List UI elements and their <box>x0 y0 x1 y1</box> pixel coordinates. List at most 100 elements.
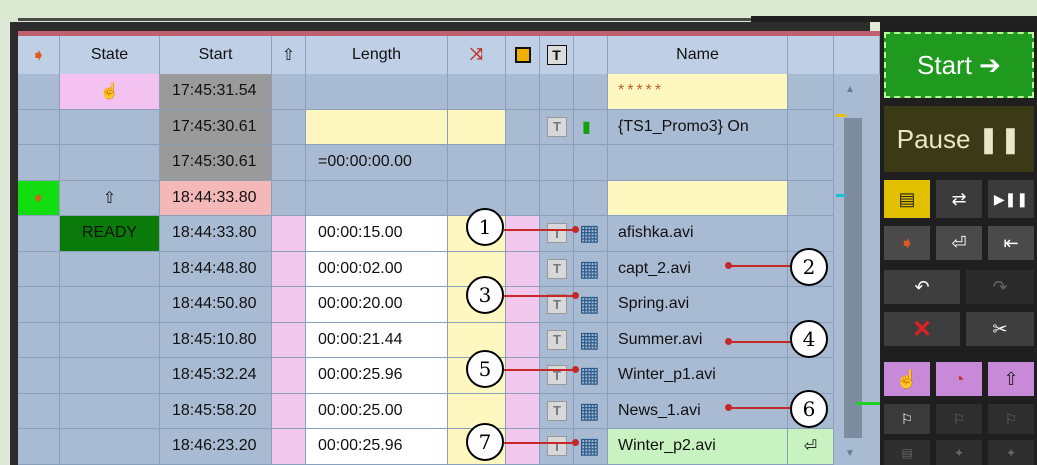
cell-marker[interactable] <box>18 322 60 358</box>
cell-extra[interactable] <box>788 358 834 394</box>
cell-trans[interactable] <box>448 109 506 145</box>
cell-extra[interactable]: ⏎ <box>788 429 834 465</box>
scroll-up-icon[interactable]: ▲ <box>845 84 855 95</box>
cell-fix[interactable] <box>272 145 306 181</box>
goto-current-button[interactable]: ➧ <box>884 226 930 260</box>
cell-marker[interactable] <box>18 429 60 465</box>
cell-length[interactable]: 00:00:02.00 <box>306 251 448 287</box>
cell-length[interactable]: 00:00:20.00 <box>306 287 448 323</box>
cell-fix[interactable] <box>272 358 306 394</box>
col-fixed-start[interactable]: ⇧ <box>272 36 306 74</box>
film-mode-button[interactable]: ▤ <box>884 180 930 218</box>
cell-type[interactable]: ▮ <box>574 109 608 145</box>
col-type[interactable] <box>574 36 608 74</box>
cell-fix[interactable] <box>272 180 306 216</box>
title-toggle-button[interactable]: T <box>547 329 567 350</box>
cell-length[interactable] <box>306 74 448 110</box>
title-toggle-button[interactable]: T <box>547 436 567 456</box>
cell-length[interactable]: 00:00:25.96 <box>306 429 448 465</box>
title-toggle-button[interactable]: T <box>547 258 567 279</box>
cell-sec[interactable] <box>506 216 540 252</box>
cell-fix[interactable] <box>272 393 306 429</box>
cell-type[interactable]: ▦ <box>574 393 608 429</box>
cell-fix[interactable] <box>272 74 306 110</box>
cell-sec[interactable] <box>506 322 540 358</box>
cell-type[interactable] <box>574 180 608 216</box>
cell-sec[interactable] <box>506 109 540 145</box>
cell-start[interactable]: 18:45:32.24 <box>160 358 272 394</box>
cell-type[interactable] <box>574 145 608 181</box>
cell-tcol[interactable]: T <box>540 358 574 394</box>
cell-length[interactable]: 00:00:25.00 <box>306 393 448 429</box>
manual-button[interactable]: ☝ <box>884 362 930 396</box>
col-extra[interactable] <box>788 36 834 74</box>
cell-sec[interactable] <box>506 145 540 181</box>
cell-state[interactable] <box>60 393 160 429</box>
cell-type[interactable] <box>574 74 608 110</box>
cell-name[interactable]: Winter_p2.avi <box>608 429 788 465</box>
cell-marker[interactable]: ➧ <box>18 180 60 216</box>
cell-start[interactable]: 17:45:31.54 <box>160 74 272 110</box>
cell-extra[interactable] <box>788 145 834 181</box>
cell-marker[interactable] <box>18 216 60 252</box>
title-toggle-button[interactable]: T <box>547 223 567 243</box>
cell-state[interactable] <box>60 429 160 465</box>
cell-sec[interactable] <box>506 251 540 287</box>
cell-state[interactable] <box>60 287 160 323</box>
scrollbar-thumb[interactable] <box>844 118 862 438</box>
fixed-time-button[interactable]: ⇧ <box>988 362 1034 396</box>
cell-name[interactable]: capt_2.avi <box>608 251 788 287</box>
cell-tcol[interactable]: T <box>540 109 574 145</box>
cell-marker[interactable] <box>18 251 60 287</box>
cell-state[interactable]: READY <box>60 216 160 252</box>
cell-state[interactable] <box>60 322 160 358</box>
cell-name[interactable]: ***** <box>608 74 788 110</box>
cell-type[interactable]: ▦ <box>574 287 608 323</box>
cell-trans[interactable] <box>448 145 506 181</box>
cell-start[interactable]: 18:44:33.80 <box>160 216 272 252</box>
play-pause-button[interactable]: ▶❚❚ <box>988 180 1034 218</box>
cell-tcol[interactable]: T <box>540 322 574 358</box>
title-toggle-button[interactable]: T <box>547 116 567 137</box>
sign3-button[interactable]: ⚐ <box>988 404 1034 434</box>
cell-tcol[interactable]: T <box>540 429 574 465</box>
sign2-button[interactable]: ⚐ <box>936 404 982 434</box>
cell-tcol[interactable] <box>540 180 574 216</box>
col-state[interactable]: State <box>60 36 160 74</box>
cell-tcol[interactable] <box>540 145 574 181</box>
cell-state[interactable]: ☝ <box>60 74 160 110</box>
delete-button[interactable]: ✕ <box>884 312 960 346</box>
scroll-down-icon[interactable]: ▼ <box>845 448 855 459</box>
cell-fix[interactable] <box>272 287 306 323</box>
cell-name[interactable]: Spring.avi <box>608 287 788 323</box>
cell-length[interactable]: =00:00:00.00 <box>306 145 448 181</box>
col-current-marker[interactable]: ➧ <box>18 36 60 74</box>
cell-state[interactable] <box>60 145 160 181</box>
cell-tcol[interactable] <box>540 74 574 110</box>
cell-name[interactable] <box>608 180 788 216</box>
jump-end-button[interactable]: ⇤ <box>988 226 1034 260</box>
cell-trans[interactable] <box>448 74 506 110</box>
cell-length[interactable] <box>306 109 448 145</box>
cell-length[interactable] <box>306 180 448 216</box>
cell-extra[interactable] <box>788 180 834 216</box>
timer-button[interactable]: ◔ <box>936 362 982 396</box>
cell-marker[interactable] <box>18 109 60 145</box>
cell-marker[interactable] <box>18 358 60 394</box>
title-toggle-button[interactable]: T <box>547 400 567 421</box>
cell-start[interactable]: 17:45:30.61 <box>160 109 272 145</box>
sign1-button[interactable]: ⚐ <box>884 404 930 434</box>
cell-start[interactable]: 18:44:33.80 <box>160 180 272 216</box>
cell-name[interactable]: News_1.avi <box>608 393 788 429</box>
cell-state[interactable] <box>60 358 160 394</box>
cell-name[interactable]: afishka.avi <box>608 216 788 252</box>
cell-name[interactable]: Winter_p1.avi <box>608 358 788 394</box>
extra2-button[interactable]: ✦ <box>936 440 982 465</box>
cell-sec[interactable] <box>506 180 540 216</box>
cell-name[interactable] <box>608 145 788 181</box>
cell-start[interactable]: 17:45:30.61 <box>160 145 272 181</box>
col-secondary-events[interactable] <box>506 36 540 74</box>
cell-marker[interactable] <box>18 145 60 181</box>
swap-button[interactable]: ⇄ <box>936 180 982 218</box>
cell-start[interactable]: 18:44:50.80 <box>160 287 272 323</box>
